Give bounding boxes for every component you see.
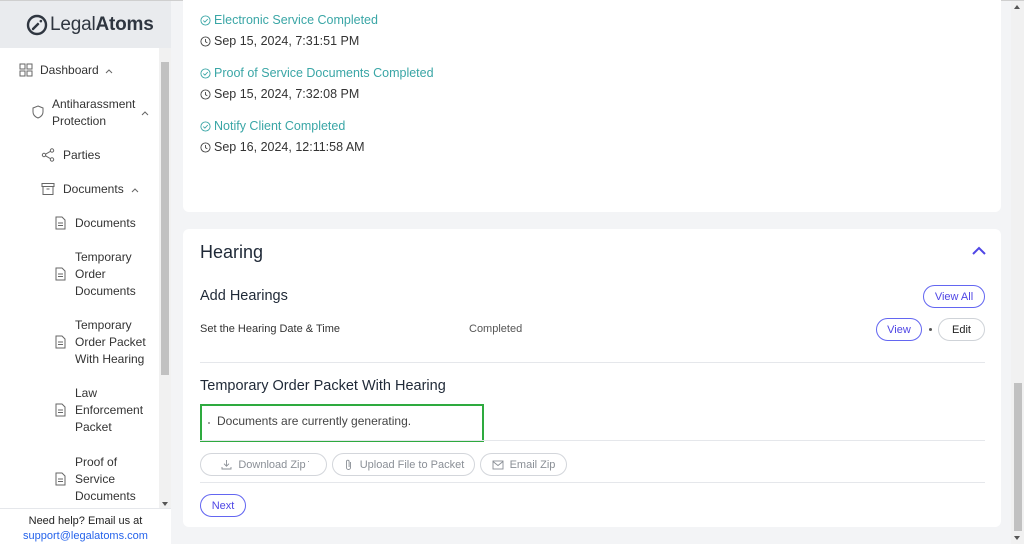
sidebar-item-label: Documents <box>75 216 136 230</box>
support-email-link[interactable]: support@legalatoms.com <box>0 529 171 544</box>
view-button[interactable]: View <box>876 318 922 341</box>
generating-text: Documents are currently generating. <box>217 414 412 428</box>
clock-icon <box>200 36 211 47</box>
shield-icon <box>32 105 44 119</box>
email-zip-button[interactable]: Email Zip <box>480 453 567 476</box>
mail-icon <box>492 460 504 469</box>
event-title: Notify Client Completed <box>214 119 346 133</box>
file-icon <box>55 267 66 281</box>
page-scrollbar[interactable] <box>1011 1 1024 544</box>
sidebar-item-label: Service <box>75 472 116 486</box>
event-time: Sep 15, 2024, 7:32:08 PM <box>214 87 360 101</box>
section-divider <box>200 362 985 363</box>
sidebar-item-label: Antiharassment <box>52 97 136 111</box>
check-circle-icon <box>200 121 211 132</box>
logo-icon <box>26 14 48 35</box>
help-text: Need help? Email us at <box>28 515 143 527</box>
sidebar-item-temporary-order-packet-with-hearing[interactable]: Temporary Order Packet With Hearing <box>0 317 159 369</box>
help-footer: Need help? Email us at support@legalatom… <box>0 508 171 544</box>
sidebar-item-documents-section[interactable]: Documents <box>0 181 159 201</box>
sidebar-item-label: Enforcement <box>75 403 144 417</box>
sidebar-item-label: Protection <box>52 114 107 128</box>
chevron-up-icon[interactable] <box>971 246 987 256</box>
main-content: Electronic Service Completed Sep 15, 202… <box>171 0 1011 544</box>
chevron-up-icon <box>131 188 139 193</box>
file-icon <box>55 335 66 349</box>
scroll-down-arrow-icon[interactable] <box>162 502 168 506</box>
section-divider <box>200 482 985 483</box>
packet-title: Temporary Order Packet With Hearing <box>200 378 446 394</box>
generating-status-box: Documents are currently generating. <box>200 404 484 442</box>
edit-button[interactable]: Edit <box>938 318 985 341</box>
file-icon <box>55 472 66 486</box>
check-circle-icon <box>200 68 211 79</box>
loading-dot-icon: · <box>307 456 310 466</box>
sidebar-item-documents[interactable]: Documents <box>0 215 159 235</box>
sidebar-item-label: Law <box>75 386 98 400</box>
file-icon <box>55 216 66 230</box>
hearing-row-status: Completed <box>469 323 523 335</box>
download-zip-button[interactable]: Download Zip · <box>200 453 327 476</box>
sidebar-item-label: Parties <box>63 148 101 162</box>
share-icon <box>41 148 55 162</box>
sidebar-item-label: Documents <box>75 284 136 298</box>
event-title: Electronic Service Completed <box>214 13 378 27</box>
hearing-card: Hearing Add Hearings View All Set the He… <box>183 229 1001 527</box>
sidebar-item-label: Documents <box>75 489 136 503</box>
sidebar-item-label: Proof of <box>75 455 118 469</box>
sidebar-item-law-enforcement-packet[interactable]: Law Enforcement Packet <box>0 385 159 437</box>
grid-icon <box>19 63 33 77</box>
download-icon <box>221 460 232 470</box>
file-icon <box>55 403 66 417</box>
sidebar-scrollbar[interactable] <box>159 48 171 508</box>
sidebar-item-dashboard[interactable]: Dashboard <box>0 62 159 82</box>
sidebar-item-antiharassment-protection[interactable]: Antiharassment Protection <box>0 96 159 132</box>
page-scroll-thumb[interactable] <box>1014 383 1022 531</box>
sidebar-item-label: Order Packet <box>75 335 146 349</box>
sidebar-item-label: Temporary <box>75 250 132 264</box>
email-zip-label: Email Zip <box>509 458 556 471</box>
separator-dot <box>929 328 932 331</box>
event-time: Sep 15, 2024, 7:31:51 PM <box>214 34 360 48</box>
view-all-button[interactable]: View All <box>923 285 985 308</box>
add-hearings-title: Add Hearings <box>200 288 288 304</box>
sidebar-item-label: With Hearing <box>75 352 145 366</box>
sidebar-item-parties[interactable]: Parties <box>0 147 159 167</box>
sidebar-item-label: Packet <box>75 420 112 434</box>
sidebar-item-label: Temporary <box>75 318 132 332</box>
clock-icon <box>200 89 211 100</box>
upload-file-to-packet-button[interactable]: Upload File to Packet <box>332 453 475 476</box>
hearing-row-label: Set the Hearing Date & Time <box>200 323 341 335</box>
logo[interactable]: LegalAtoms <box>0 1 171 48</box>
logo-text: LegalAtoms <box>50 13 154 35</box>
paperclip-icon <box>345 459 351 470</box>
sidebar-item-label: Order <box>75 267 106 281</box>
event-title: Proof of Service Documents Completed <box>214 66 434 80</box>
sidebar-scroll-thumb[interactable] <box>161 62 169 375</box>
next-button[interactable]: Next <box>200 494 246 517</box>
sidebar-item-temporary-order-documents[interactable]: Temporary Order Documents <box>0 249 159 301</box>
sidebar-item-label: Dashboard <box>40 63 99 77</box>
timeline-card: Electronic Service Completed Sep 15, 202… <box>183 0 1001 212</box>
scroll-down-arrow-icon[interactable] <box>1014 536 1020 540</box>
chevron-up-icon <box>105 69 113 74</box>
check-circle-icon <box>200 15 211 26</box>
section-divider <box>200 440 985 441</box>
sidebar: LegalAtoms Dashboard Antiharassment Prot… <box>0 1 171 544</box>
sidebar-nav: Dashboard Antiharassment Protection Part… <box>0 48 171 508</box>
sidebar-item-proof-of-service-documents[interactable]: Proof of Service Documents <box>0 454 159 506</box>
spinner-icon <box>208 422 210 424</box>
upload-file-label: Upload File to Packet <box>359 458 465 471</box>
hearing-title: Hearing <box>200 242 264 262</box>
scroll-up-arrow-icon[interactable] <box>1014 5 1020 9</box>
sidebar-item-label: Documents <box>63 182 124 196</box>
clock-icon <box>200 142 211 153</box>
download-zip-label: Download Zip <box>238 458 306 471</box>
event-time: Sep 16, 2024, 12:11:58 AM <box>214 140 365 154</box>
chevron-up-icon <box>141 111 149 116</box>
archive-icon <box>41 183 55 195</box>
